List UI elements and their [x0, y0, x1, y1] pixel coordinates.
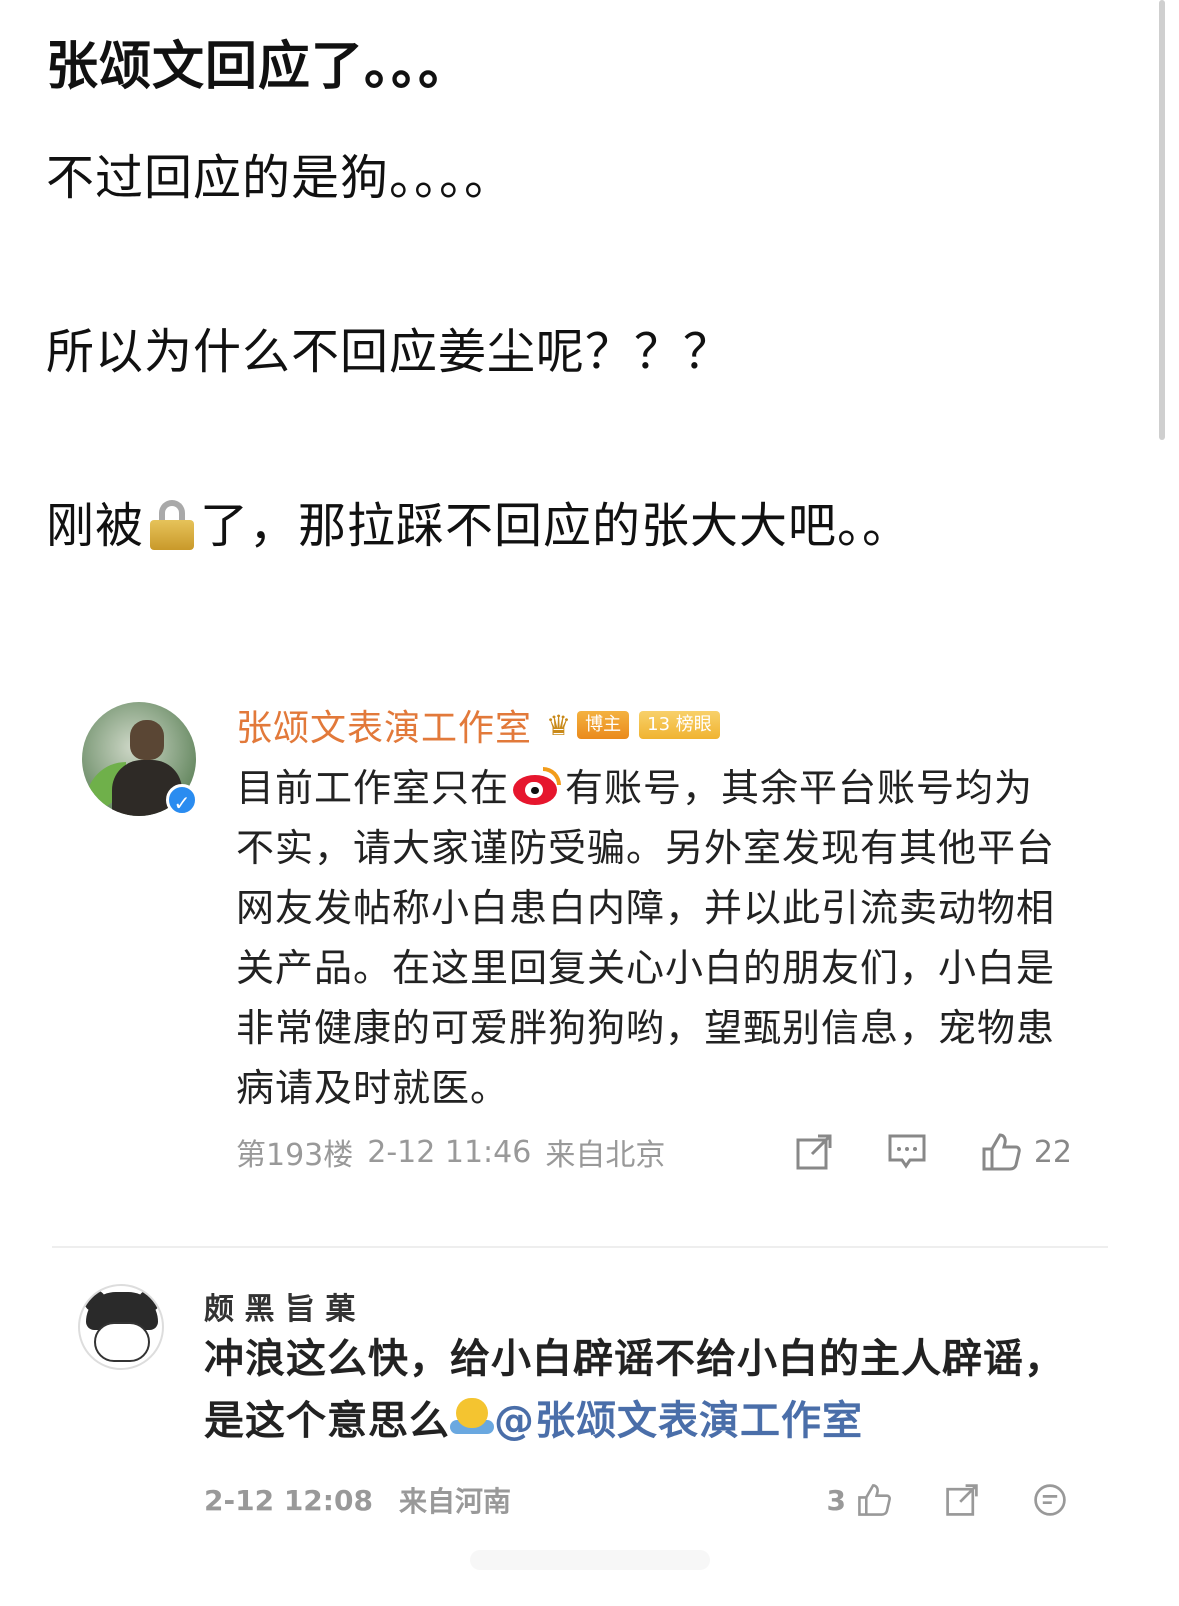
- like-button[interactable]: 22: [980, 1131, 1072, 1173]
- post-line-3-end: 了，那拉踩不回应的张大大吧。。: [200, 498, 912, 554]
- like-count: 22: [1033, 1134, 1072, 1170]
- thumbs-up-icon: [858, 1484, 891, 1516]
- share-button[interactable]: [944, 1482, 980, 1518]
- shrug-emoji-icon: [450, 1398, 494, 1438]
- weibo-logo-icon: [509, 767, 565, 807]
- post-line-3-start: 刚被: [46, 498, 145, 554]
- post-line-3: 刚被 了，那拉踩不回应的张大大吧。。: [46, 494, 1126, 558]
- comment-actions: 22: [742, 1131, 1072, 1173]
- share-icon: [796, 1134, 832, 1170]
- commenter-name[interactable]: 张颂文表演工作室: [236, 699, 532, 751]
- share-button[interactable]: [794, 1132, 834, 1172]
- comment-text: 冲浪这么快，给小白辟谣不给小白的主人辟谣，是这个意思么 @张颂文表演工作室: [204, 1328, 1084, 1452]
- post-title: 张颂文回应了。。。: [46, 37, 472, 97]
- rank-number: 13: [647, 714, 671, 735]
- comment-text-start: 目前工作室只在: [236, 766, 510, 810]
- mention-link[interactable]: @张颂文表演工作室: [494, 1398, 863, 1444]
- timestamp: 2-12 12:08: [204, 1483, 373, 1517]
- comment-meta: 2-12 12:08 来自河南 3: [204, 1480, 1068, 1520]
- share-icon: [946, 1484, 978, 1516]
- comment-icon: [888, 1134, 926, 1169]
- reply-button[interactable]: [886, 1132, 928, 1172]
- comment-text-rest: 有账号，其余平台账号均为不实，请大家谨防受骗。另外室发现有其他平台网友发帖称小白…: [236, 766, 1056, 1110]
- lock-icon: [150, 498, 195, 550]
- reply-button[interactable]: [1032, 1482, 1068, 1518]
- timestamp: 2-12 11:46: [367, 1134, 532, 1170]
- floor-number: 第193楼: [236, 1138, 354, 1173]
- commenter-name[interactable]: 颇 黑 旨 菓: [204, 1284, 355, 1328]
- divider: [52, 1246, 1108, 1248]
- watermark: [470, 1550, 710, 1570]
- comment-icon: [1034, 1484, 1066, 1516]
- scrollbar[interactable]: [1159, 0, 1165, 440]
- post-line-2: 所以为什么不回应姜尘呢？？？: [46, 324, 733, 380]
- avatar[interactable]: [78, 1284, 164, 1370]
- crown-icon: ♛: [546, 708, 572, 742]
- post-body: 张颂文回应了。。。 不过回应的是狗。。。。 所以为什么不回应姜尘呢？？？ 刚被了…: [46, 28, 1126, 558]
- post-line-1: 不过回应的是狗。。。。: [46, 150, 514, 206]
- comment-header: 张颂文表演工作室 ♛ 博主 13 榜眼: [236, 699, 720, 751]
- comment-text: 目前工作室只在 有账号，其余平台账号均为不实，请大家谨防受骗。另外室发现有其他平台…: [236, 758, 1072, 1118]
- location: 来自河南: [398, 1485, 511, 1518]
- rank-badge: 13 榜眼: [639, 711, 720, 739]
- author-badge: 博主: [577, 711, 630, 739]
- comment-actions: 3: [827, 1482, 1068, 1518]
- like-button[interactable]: 3: [827, 1482, 892, 1518]
- comment-meta: 第193楼 2-12 11:46 来自北京 22: [236, 1131, 1072, 1173]
- rank-label: 榜眼: [675, 714, 712, 735]
- thumbs-up-icon: [982, 1133, 1021, 1171]
- like-count: 3: [826, 1483, 846, 1517]
- location: 来自北京: [545, 1138, 666, 1173]
- verified-badge-icon: ✓: [166, 784, 198, 816]
